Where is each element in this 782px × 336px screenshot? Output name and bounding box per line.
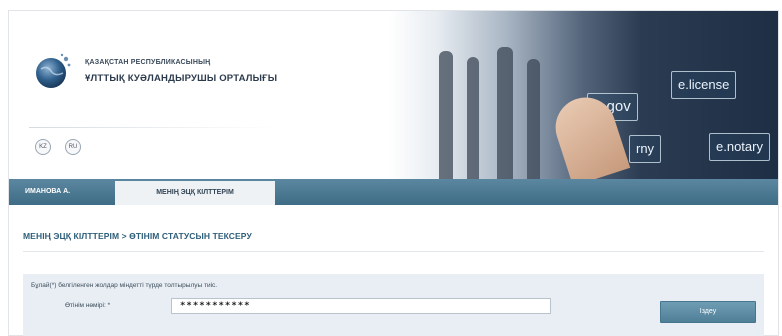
application-number-input[interactable]: *********** xyxy=(171,298,551,314)
breadcrumb: МЕНІҢ ЭЦҚ КІЛТТЕРІМ > ӨТІНІМ СТАТУСЫН ТЕ… xyxy=(23,231,252,241)
banner-person-silhouette xyxy=(497,47,513,179)
banner-person-silhouette xyxy=(439,51,453,179)
banner-tile: e.license xyxy=(671,71,737,99)
globe-logo-icon xyxy=(36,53,71,88)
content-divider xyxy=(23,251,764,252)
search-button[interactable]: Іздеу xyxy=(660,301,756,323)
main-nav: ИМАНОВА А. МЕНІҢ ЭЦҚ КІЛТТЕРІМ xyxy=(9,179,778,205)
page-frame: ҚАЗАҚСТАН РЕСПУБЛИКАСЫНЫҢ ҰЛТТЫҚ КУӘЛАНД… xyxy=(8,10,779,336)
org-name-line1: ҚАЗАҚСТАН РЕСПУБЛИКАСЫНЫҢ xyxy=(85,59,211,66)
header-banner-image: e.license e.gov e.notary rny xyxy=(389,11,778,179)
banner-tile: e.notary xyxy=(709,133,770,161)
banner-person-silhouette xyxy=(467,57,479,179)
language-ru-button[interactable]: RU xyxy=(65,139,81,155)
banner-person-silhouette xyxy=(527,59,540,179)
nav-user-name[interactable]: ИМАНОВА А. xyxy=(25,179,105,205)
header-divider xyxy=(29,127,279,128)
status-check-form: Бұлай(*) белгіленген жолдар міндетті түр… xyxy=(23,274,764,336)
tab-my-keys[interactable]: МЕНІҢ ЭЦҚ КІЛТТЕРІМ xyxy=(115,181,275,205)
site-header: ҚАЗАҚСТАН РЕСПУБЛИКАСЫНЫҢ ҰЛТТЫҚ КУӘЛАНД… xyxy=(9,11,778,179)
required-fields-note: Бұлай(*) белгіленген жолдар міндетті түр… xyxy=(31,282,218,289)
language-kz-button[interactable]: KZ xyxy=(35,139,51,155)
banner-tile: rny xyxy=(629,135,662,163)
application-number-label: Өтінім нөмірі: * xyxy=(65,302,111,309)
org-name-line2: ҰЛТТЫҚ КУӘЛАНДЫРУШЫ ОРТАЛЫҒЫ xyxy=(85,73,278,84)
